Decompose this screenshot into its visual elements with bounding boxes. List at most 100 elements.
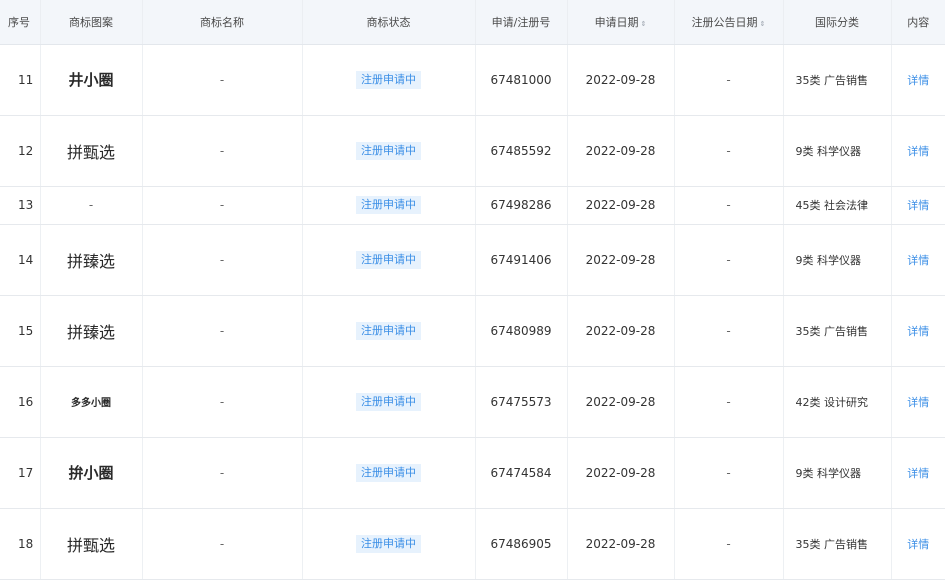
trademark-name: - [142, 224, 303, 296]
announce-date: - [674, 115, 784, 187]
table-row: 12 拼甄选 - 注册申请中 67485592 2022-09-28 - 9类 … [0, 115, 945, 187]
status-badge: 注册申请中 [356, 70, 421, 89]
detail-link[interactable]: 详情 [907, 74, 929, 87]
content-cell: 详情 [891, 437, 945, 509]
row-seq: 16 [0, 366, 41, 438]
col-header-content: 内容 [891, 0, 945, 45]
announce-date-label: 注册公告日期 [691, 15, 758, 29]
row-seq: 15 [0, 295, 41, 367]
col-header-announce-date[interactable]: 注册公告日期 ⇕ [674, 0, 784, 45]
trademark-pattern: 拼甄选 [40, 508, 143, 580]
trademark-pattern: 多多小圈 [40, 366, 143, 438]
trademark-logo-text: 多多小圈 [71, 398, 111, 409]
status-cell: 注册申请中 [302, 44, 476, 116]
status-badge: 注册申请中 [356, 196, 421, 214]
trademark-table: 序号 商标图案 商标名称 商标状态 申请/注册号 申请日期 ⇕ 注册公告日期 ⇕ 国… [0, 0, 945, 580]
trademark-pattern: 拼臻选 [40, 224, 143, 296]
detail-link[interactable]: 详情 [907, 325, 929, 338]
trademark-name: - [142, 366, 303, 438]
row-seq: 12 [0, 115, 41, 187]
trademark-logo-text: - [88, 198, 94, 212]
status-badge: 注册申请中 [356, 392, 421, 411]
trademark-name: - [142, 295, 303, 367]
intl-class: 9类 科学仪器 [783, 437, 892, 509]
announce-date: - [674, 295, 784, 367]
trademark-name: - [142, 44, 303, 116]
content-cell: 详情 [891, 115, 945, 187]
intl-class: 35类 广告销售 [783, 44, 892, 116]
reg-number: 67485592 [475, 115, 568, 187]
trademark-logo-text: 拼臻选 [66, 322, 115, 342]
content-cell: 详情 [891, 366, 945, 438]
reg-number: 67481000 [475, 44, 568, 116]
intl-class: 35类 广告销售 [783, 295, 892, 367]
reg-number: 67480989 [475, 295, 568, 367]
status-cell: 注册申请中 [302, 437, 476, 509]
col-header-intl-class: 国际分类 [783, 0, 892, 45]
trademark-logo-text: 拼甄选 [66, 535, 115, 555]
detail-link[interactable]: 详情 [907, 199, 929, 212]
apply-date: 2022-09-28 [567, 437, 675, 509]
content-cell: 详情 [891, 44, 945, 116]
reg-number: 67474584 [475, 437, 568, 509]
intl-class: 9类 科学仪器 [783, 115, 892, 187]
trademark-pattern: 拚小圈 [40, 437, 143, 509]
announce-date: - [674, 508, 784, 580]
col-header-reg-no: 申请/注册号 [475, 0, 568, 45]
trademark-name: - [142, 508, 303, 580]
status-badge: 注册申请中 [356, 141, 421, 160]
announce-date: - [674, 366, 784, 438]
status-cell: 注册申请中 [302, 224, 476, 296]
detail-link[interactable]: 详情 [907, 538, 929, 551]
reg-number: 67491406 [475, 224, 568, 296]
reg-number: 67486905 [475, 508, 568, 580]
col-header-apply-date[interactable]: 申请日期 ⇕ [567, 0, 675, 45]
intl-class: 35类 广告销售 [783, 508, 892, 580]
col-header-seq: 序号 [0, 0, 41, 45]
status-cell: 注册申请中 [302, 186, 476, 225]
apply-date: 2022-09-28 [567, 186, 675, 225]
intl-class: 9类 科学仪器 [783, 224, 892, 296]
reg-number: 67498286 [475, 186, 568, 225]
apply-date: 2022-09-28 [567, 44, 675, 116]
table-row: 14 拼臻选 - 注册申请中 67491406 2022-09-28 - 9类 … [0, 224, 945, 296]
content-cell: 详情 [891, 295, 945, 367]
announce-date: - [674, 44, 784, 116]
apply-date-label: 申请日期 [594, 15, 639, 29]
row-seq: 17 [0, 437, 41, 509]
status-badge: 注册申请中 [356, 463, 421, 482]
detail-link[interactable]: 详情 [907, 145, 929, 158]
detail-link[interactable]: 详情 [907, 254, 929, 267]
status-cell: 注册申请中 [302, 115, 476, 187]
status-cell: 注册申请中 [302, 366, 476, 438]
table-row: 17 拚小圈 - 注册申请中 67474584 2022-09-28 - 9类 … [0, 437, 945, 509]
intl-class: 45类 社会法律 [783, 186, 892, 225]
trademark-logo-text: 井小圈 [68, 71, 114, 89]
row-seq: 13 [0, 186, 41, 225]
trademark-pattern: 拼甄选 [40, 115, 143, 187]
detail-link[interactable]: 详情 [907, 467, 929, 480]
col-header-name: 商标名称 [142, 0, 303, 45]
trademark-logo-text: 拼臻选 [66, 251, 115, 271]
table-row: 11 井小圈 - 注册申请中 67481000 2022-09-28 - 35类… [0, 44, 945, 116]
table-header-row: 序号 商标图案 商标名称 商标状态 申请/注册号 申请日期 ⇕ 注册公告日期 ⇕ 国… [0, 0, 945, 45]
status-cell: 注册申请中 [302, 295, 476, 367]
detail-link[interactable]: 详情 [907, 396, 929, 409]
intl-class: 42类 设计研究 [783, 366, 892, 438]
announce-date: - [674, 186, 784, 225]
sort-icon[interactable]: ⇕ [641, 20, 647, 28]
status-cell: 注册申请中 [302, 508, 476, 580]
trademark-name: - [142, 186, 303, 225]
status-badge: 注册申请中 [356, 534, 421, 553]
sort-icon[interactable]: ⇕ [760, 20, 766, 28]
apply-date: 2022-09-28 [567, 508, 675, 580]
status-badge: 注册申请中 [356, 250, 421, 269]
row-seq: 14 [0, 224, 41, 296]
table-row: 13 - - 注册申请中 67498286 2022-09-28 - 45类 社… [0, 186, 945, 225]
trademark-pattern: 拼臻选 [40, 295, 143, 367]
table-row: 16 多多小圈 - 注册申请中 67475573 2022-09-28 - 42… [0, 366, 945, 438]
row-seq: 11 [0, 44, 41, 116]
trademark-pattern: 井小圈 [40, 44, 143, 116]
table-row: 15 拼臻选 - 注册申请中 67480989 2022-09-28 - 35类… [0, 295, 945, 367]
trademark-logo-text: 拼甄选 [66, 142, 115, 162]
